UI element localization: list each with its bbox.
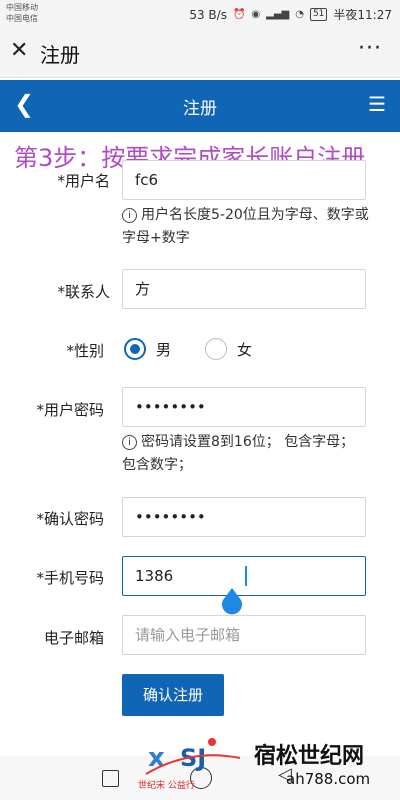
more-icon[interactable]: ··· bbox=[358, 36, 382, 61]
watermark-title: 宿松世纪网 bbox=[254, 744, 365, 769]
contact-label: *联系人 bbox=[57, 283, 110, 301]
gender-male-label: 男 bbox=[156, 340, 172, 359]
contact-field[interactable]: 方 bbox=[122, 269, 366, 309]
eye-icon: ◉ bbox=[251, 9, 261, 20]
signal-icon: ▂▄▆ bbox=[266, 9, 290, 20]
clock: 半夜11:27 bbox=[333, 8, 392, 22]
network-speed: 53 B/s bbox=[189, 7, 227, 22]
watermark-url: ah788.com bbox=[286, 770, 371, 788]
password-label: *用户密码 bbox=[36, 401, 104, 419]
close-icon[interactable]: ✕ bbox=[10, 38, 28, 63]
info-icon: i bbox=[122, 435, 137, 450]
menu-icon[interactable]: ☰ bbox=[368, 92, 386, 116]
wifi-icon: ◔ bbox=[295, 9, 304, 20]
battery-icon: 51 bbox=[309, 8, 328, 21]
status-bar: 中国移动 中国电信 53 B/s ⏰ ◉ ▂▄▆ ◔ 51 半夜11:27 bbox=[0, 0, 400, 28]
cursor-handle-icon[interactable] bbox=[221, 588, 243, 616]
alarm-icon: ⏰ bbox=[232, 9, 246, 20]
phone-field[interactable]: 1386 bbox=[122, 556, 366, 596]
gender-female-radio[interactable] bbox=[205, 338, 228, 360]
password-hint: i 密码请设置8到16位； 包含字母； 包含数字； bbox=[122, 431, 372, 477]
username-label: *用户名 bbox=[57, 172, 110, 190]
carrier-info: 中国移动 中国电信 bbox=[6, 2, 38, 24]
recent-apps-icon[interactable] bbox=[102, 770, 119, 787]
title-bar: ✕ 注册 ··· bbox=[0, 28, 400, 78]
carrier-2: 中国电信 bbox=[6, 14, 38, 23]
text-caret bbox=[245, 566, 247, 586]
password-hint-text: 密码请设置8到16位； 包含字母； 包含数字； bbox=[122, 434, 355, 473]
gender-male-radio[interactable] bbox=[124, 338, 146, 360]
username-hint: i 用户名长度5-20位且为字母、数字或字母+数字 bbox=[122, 204, 372, 250]
gender-radio-group: 男 女 bbox=[124, 338, 286, 360]
window-title: 注册 bbox=[40, 43, 80, 67]
phone-label: *手机号码 bbox=[36, 569, 104, 587]
confirm-password-label: *确认密码 bbox=[36, 510, 104, 528]
page-title: 注册 bbox=[183, 99, 217, 119]
email-label: 电子邮箱 bbox=[43, 629, 104, 647]
password-field[interactable]: •••••••• bbox=[122, 387, 366, 427]
confirm-password-field[interactable]: •••••••• bbox=[122, 497, 366, 537]
info-icon: i bbox=[122, 208, 137, 223]
app-header: ❮ 注册 ☰ bbox=[0, 80, 400, 132]
gender-label: *性别 bbox=[66, 342, 104, 360]
submit-button[interactable]: 确认注册 bbox=[122, 674, 224, 716]
email-field[interactable]: 请输入电子邮箱 bbox=[122, 615, 366, 655]
carrier-1: 中国移动 bbox=[6, 3, 38, 12]
gender-female-label: 女 bbox=[237, 340, 253, 359]
username-hint-text: 用户名长度5-20位且为字母、数字或字母+数字 bbox=[122, 207, 369, 246]
watermark-brand: 世纪宋 公益行 bbox=[138, 781, 195, 791]
status-right: 53 B/s ⏰ ◉ ▂▄▆ ◔ 51 半夜11:27 bbox=[189, 6, 392, 23]
username-field[interactable]: fc6 bbox=[122, 160, 366, 200]
